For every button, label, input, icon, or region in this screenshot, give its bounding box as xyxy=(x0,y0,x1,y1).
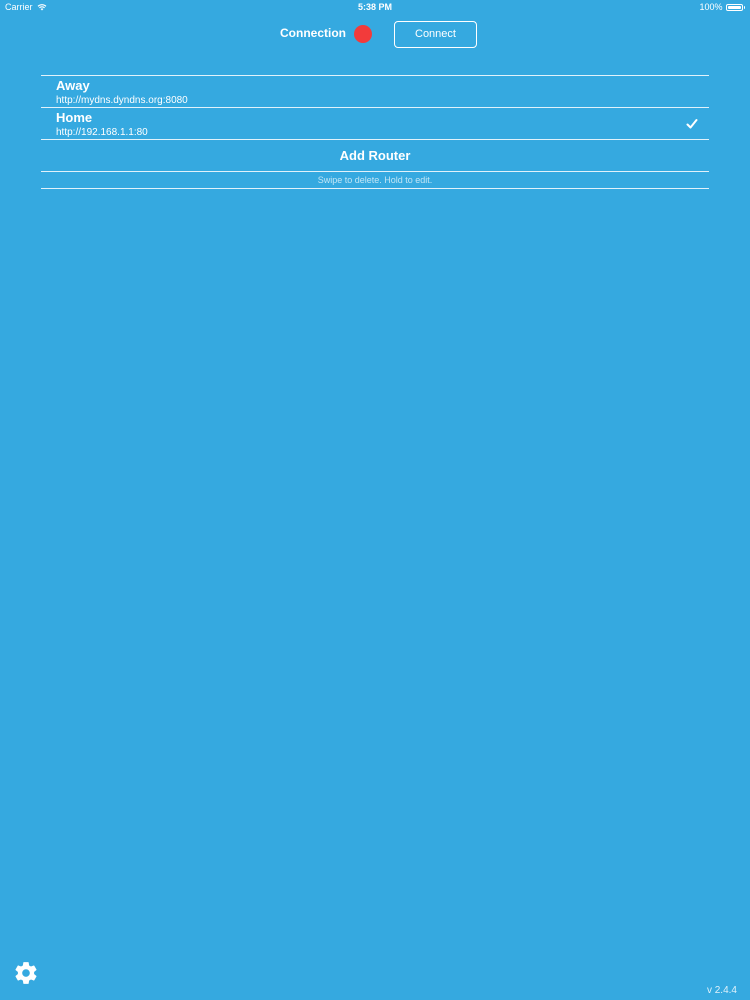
connection-status-dot xyxy=(354,25,372,43)
battery-fill xyxy=(727,5,741,9)
battery-icon xyxy=(725,3,743,11)
list-hint: Swipe to delete. Hold to edit. xyxy=(317,175,433,185)
battery-percent: 100% xyxy=(699,2,723,12)
connect-button[interactable]: Connect xyxy=(394,21,477,48)
status-bar: Carrier 5:38 PM 100% xyxy=(0,0,750,14)
version-label: v 2.4.4 xyxy=(706,985,737,996)
router-name: Home xyxy=(56,110,93,125)
add-router-button[interactable]: Add Router xyxy=(41,140,709,171)
checkmark-icon xyxy=(686,119,698,129)
status-right: 100% xyxy=(699,0,745,14)
router-list: Away http://mydns.dyndns.org:8080 Home h… xyxy=(41,75,709,189)
router-url: http://mydns.dyndns.org:8080 xyxy=(56,95,188,106)
battery-tip xyxy=(743,5,745,9)
router-url: http://192.168.1.1:80 xyxy=(56,127,148,138)
divider xyxy=(41,188,709,189)
router-name: Away xyxy=(56,78,90,93)
gear-icon[interactable] xyxy=(13,960,39,986)
router-row-home[interactable]: Home http://192.168.1.1:80 xyxy=(41,108,709,139)
router-row-away[interactable]: Away http://mydns.dyndns.org:8080 xyxy=(41,76,709,107)
status-time: 5:38 PM xyxy=(357,2,392,12)
connection-label: Connection xyxy=(280,26,346,40)
